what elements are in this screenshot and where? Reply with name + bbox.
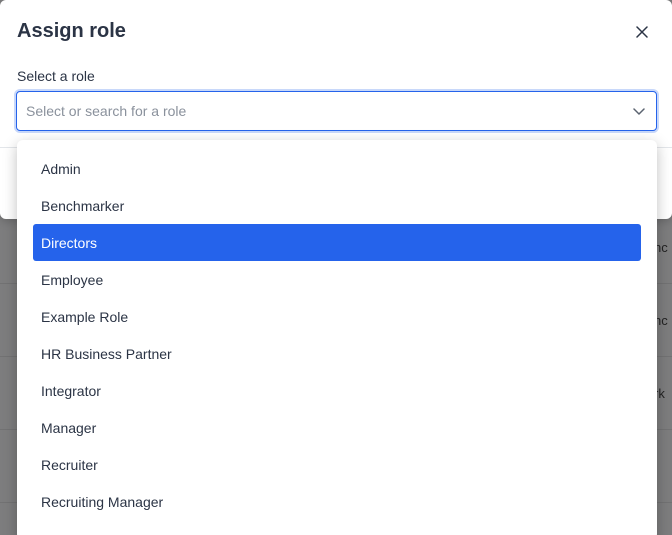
role-option[interactable]: Recruiting Manager (33, 483, 641, 520)
role-option[interactable]: Employee (33, 261, 641, 298)
role-option[interactable]: Directors (33, 224, 641, 261)
modal-title: Assign role (17, 20, 126, 42)
close-icon (636, 26, 648, 38)
role-option[interactable]: Admin (33, 150, 641, 187)
role-option[interactable]: Example Role (33, 298, 641, 335)
role-option[interactable]: Manager (33, 409, 641, 446)
role-option[interactable]: Recruiter (33, 446, 641, 483)
select-placeholder: Select or search for a role (26, 103, 187, 119)
role-option[interactable]: HR Business Partner (33, 335, 641, 372)
field-label: Select a role (17, 68, 95, 84)
role-dropdown-list: Admin Benchmarker Directors Employee Example… (17, 140, 657, 535)
role-select-input[interactable]: Select or search for a role (16, 91, 657, 131)
chevron-down-icon[interactable] (632, 104, 646, 118)
role-option[interactable]: Integrator (33, 372, 641, 409)
role-option[interactable]: Benchmarker (33, 187, 641, 224)
close-button[interactable] (632, 22, 652, 42)
